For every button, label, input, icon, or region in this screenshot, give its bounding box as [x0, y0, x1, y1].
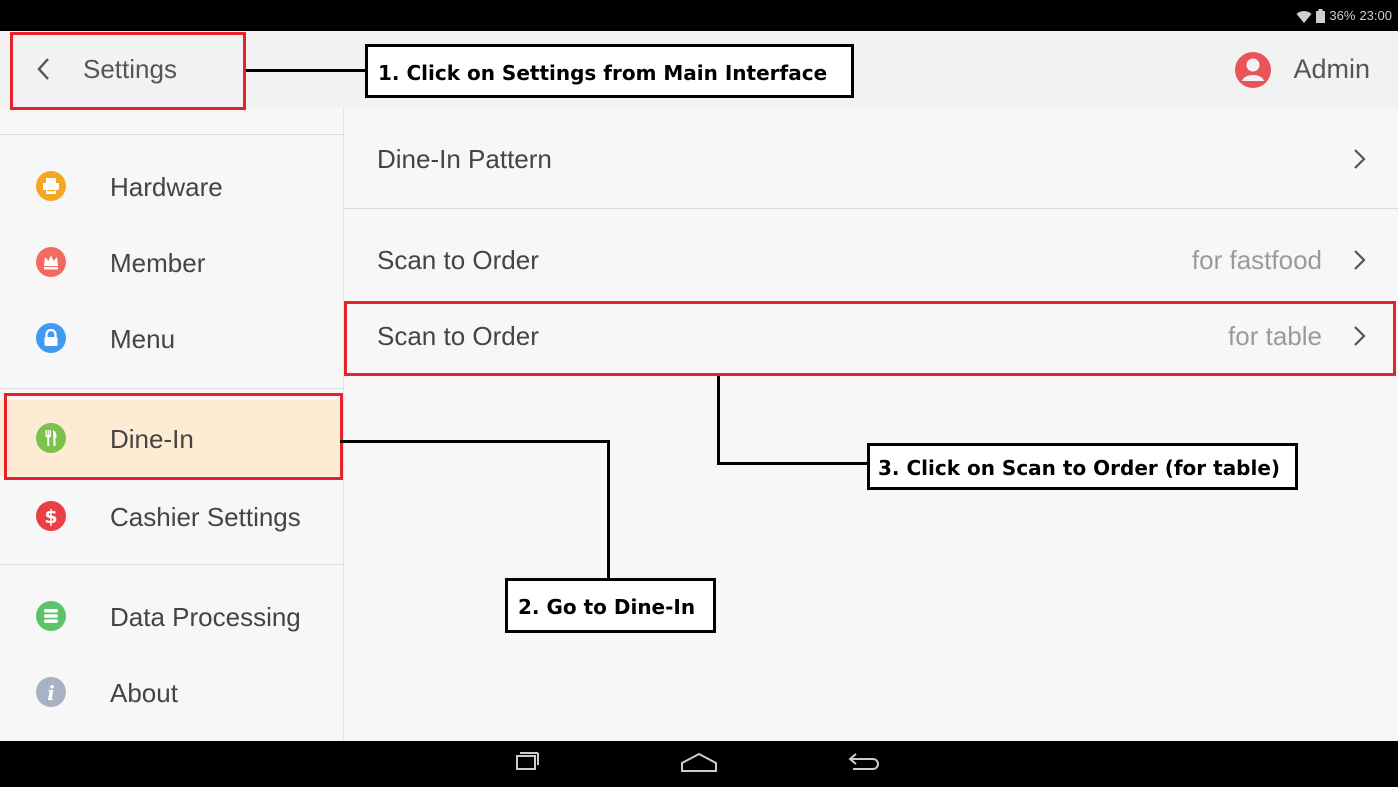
user-name: Admin	[1293, 54, 1370, 84]
row-scan-to-order-table[interactable]: Scan to Order for table	[344, 303, 1398, 373]
sidebar-item-hardware[interactable]: Hardware	[0, 148, 343, 224]
step-1-text: 1. Click on Settings from Main Interface	[378, 61, 828, 85]
wifi-icon	[1296, 10, 1312, 23]
sidebar-item-about[interactable]: i About	[0, 654, 343, 730]
connector-line	[607, 440, 610, 580]
step-3-text: 3. Click on Scan to Order (for table)	[878, 456, 1281, 480]
battery-percent: 36%	[1329, 8, 1356, 23]
settings-back-button[interactable]: Settings	[14, 31, 242, 108]
chevron-right-icon	[1354, 326, 1366, 346]
sidebar-item-label: Dine-In	[110, 424, 194, 454]
sidebar-item-dine-in[interactable]: Dine-In	[0, 400, 343, 476]
row-label: Dine-In Pattern	[377, 144, 552, 174]
row-hint: for fastfood	[1191, 245, 1322, 275]
database-icon	[36, 601, 66, 631]
row-hint: for table	[1228, 321, 1322, 351]
svg-text:$: $	[44, 506, 57, 528]
divider	[0, 388, 343, 389]
sidebar-item-member[interactable]: Member	[0, 224, 343, 300]
recent-apps-icon	[516, 752, 539, 770]
dollar-icon: $	[36, 501, 66, 531]
lock-icon	[36, 323, 66, 353]
status-bar: 36% 23:00	[0, 0, 1398, 31]
sidebar-item-label: Hardware	[110, 172, 223, 202]
clock: 23:00	[1359, 8, 1392, 23]
printer-icon	[36, 171, 66, 201]
home-button[interactable]	[664, 741, 734, 787]
step-2-callout: 2. Go to Dine-In	[505, 578, 716, 633]
svg-text:i: i	[47, 681, 55, 705]
info-icon: i	[36, 677, 66, 707]
system-navigation-bar	[0, 741, 1398, 787]
back-arrow-icon	[848, 753, 879, 770]
step-3-callout: 3. Click on Scan to Order (for table)	[867, 443, 1298, 490]
connector-line	[340, 440, 610, 443]
sidebar-item-menu[interactable]: Menu	[0, 300, 343, 376]
back-button[interactable]	[828, 741, 898, 787]
connector-line	[717, 376, 720, 465]
sidebar-item-label: Menu	[110, 324, 176, 354]
chevron-right-icon	[1354, 149, 1366, 169]
fork-knife-icon	[36, 423, 66, 453]
page-title: Settings	[83, 54, 177, 84]
battery-icon	[1316, 9, 1326, 23]
connector-line	[246, 69, 367, 72]
sidebar-item-label: Data Processing	[110, 602, 301, 632]
sidebar-item-cashier-settings[interactable]: $ Cashier Settings	[0, 478, 343, 554]
settings-content: Dine-In Pattern Scan to Order for fastfo…	[344, 108, 1398, 741]
step-2-text: 2. Go to Dine-In	[518, 595, 696, 619]
user-avatar-icon	[1235, 51, 1272, 88]
sidebar-item-label: Cashier Settings	[110, 502, 301, 532]
sidebar-item-label: About	[110, 678, 178, 708]
divider	[0, 564, 343, 565]
home-icon	[681, 752, 717, 772]
settings-sidebar: Hardware Member Menu Dine-In $ Cashier S…	[0, 108, 344, 741]
user-account[interactable]: Admin	[1235, 31, 1370, 108]
row-dine-in-pattern[interactable]: Dine-In Pattern	[344, 108, 1398, 208]
connector-line	[717, 462, 869, 465]
crown-icon	[36, 247, 66, 277]
row-label: Scan to Order	[377, 245, 539, 275]
row-label: Scan to Order	[377, 321, 539, 351]
status-indicators: 36% 23:00	[1296, 7, 1392, 25]
chevron-right-icon	[1354, 250, 1366, 270]
divider	[0, 134, 343, 135]
sidebar-item-label: Member	[110, 248, 206, 278]
recent-apps-button[interactable]	[492, 741, 562, 787]
chevron-left-icon	[37, 58, 49, 80]
sidebar-item-data-processing[interactable]: Data Processing	[0, 578, 343, 654]
step-1-callout: 1. Click on Settings from Main Interface	[365, 44, 854, 98]
row-scan-to-order-fastfood[interactable]: Scan to Order for fastfood	[344, 209, 1398, 299]
